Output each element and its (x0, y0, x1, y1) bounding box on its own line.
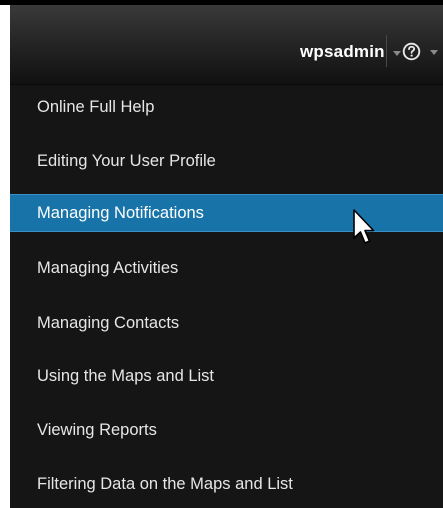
username-label: wpsadmin (300, 42, 385, 61)
header-bar: wpsadmin (10, 5, 443, 85)
menu-item-managing-notifications[interactable]: Managing Notifications (10, 194, 443, 232)
question-circle-icon (402, 42, 421, 60)
menu-item-editing-user-profile[interactable]: Editing Your User Profile (10, 142, 443, 180)
menu-item-viewing-reports[interactable]: Viewing Reports (10, 411, 443, 449)
menu-item-label: Managing Activities (37, 258, 179, 277)
menu-item-label: Online Full Help (37, 97, 155, 116)
menu-item-label: Managing Contacts (37, 313, 180, 332)
help-menu-button[interactable] (402, 39, 438, 63)
menu-item-online-full-help[interactable]: Online Full Help (10, 88, 443, 126)
menu-item-label: Editing Your User Profile (37, 151, 216, 170)
menu-item-label: Filtering Data on the Maps and List (37, 474, 293, 493)
menu-item-label: Managing Notifications (37, 203, 204, 222)
menu-item-using-maps-and-list[interactable]: Using the Maps and List (10, 357, 443, 395)
header-divider (386, 35, 387, 67)
app-frame: wpsadmin Online Full Help Editing Your U… (0, 0, 443, 508)
chevron-down-icon (430, 49, 438, 55)
menu-item-filtering-data[interactable]: Filtering Data on the Maps and List (10, 465, 443, 503)
chevron-down-icon (392, 50, 401, 56)
help-dropdown-menu: Online Full Help Editing Your User Profi… (10, 85, 443, 508)
menu-item-managing-activities[interactable]: Managing Activities (10, 249, 443, 287)
menu-item-label: Using the Maps and List (37, 366, 215, 385)
menu-item-managing-contacts[interactable]: Managing Contacts (10, 304, 443, 342)
menu-item-label: Viewing Reports (37, 420, 157, 439)
